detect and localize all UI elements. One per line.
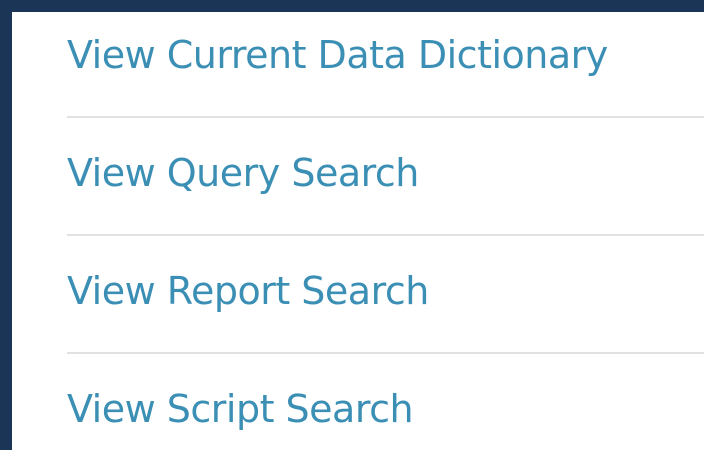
view-query-search-link[interactable]: View Query Search xyxy=(67,150,419,196)
view-report-search-link[interactable]: View Report Search xyxy=(67,268,429,314)
menu-item-query-search: View Query Search xyxy=(67,118,704,236)
view-current-data-dictionary-link[interactable]: View Current Data Dictionary xyxy=(67,32,608,78)
menu-item-report-search: View Report Search xyxy=(67,236,704,354)
menu-item-script-search: View Script Search xyxy=(67,354,704,472)
menu-panel: View Current Data Dictionary View Query … xyxy=(0,0,704,450)
menu-item-data-dictionary: View Current Data Dictionary xyxy=(67,0,704,118)
view-script-search-link[interactable]: View Script Search xyxy=(67,386,414,432)
view-menu-list: View Current Data Dictionary View Query … xyxy=(67,0,704,472)
